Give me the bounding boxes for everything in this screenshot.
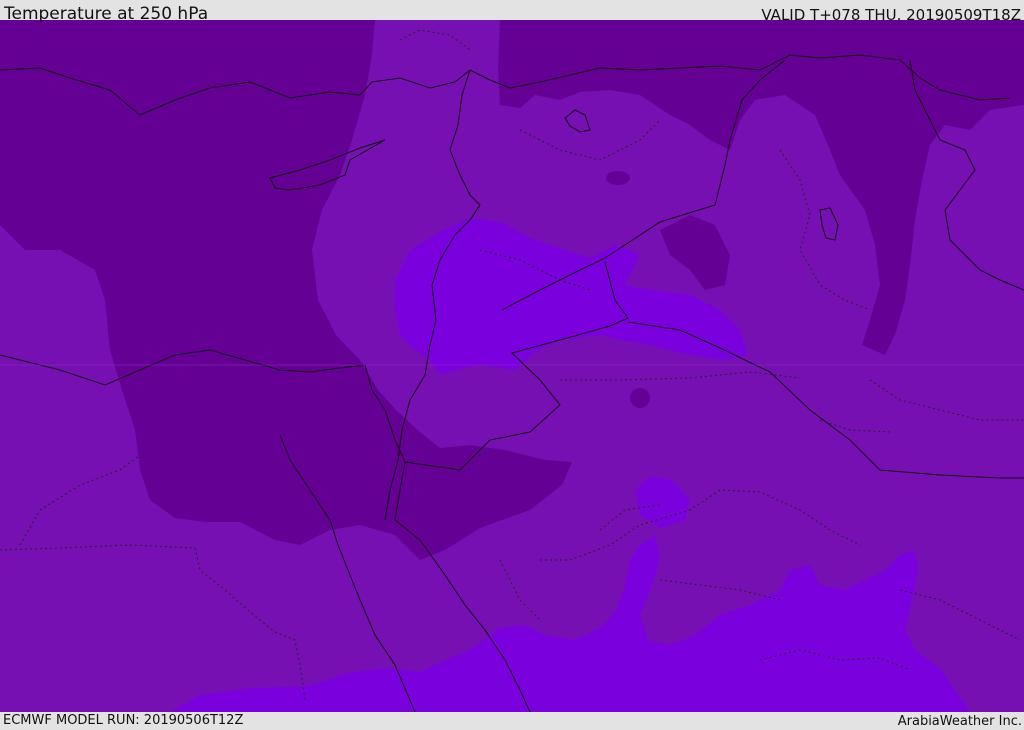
credit-text: ArabiaWeather Inc. [897,714,1022,729]
cold-blob-caspian [606,171,630,185]
valid-time: VALID T+078 THU. 20190509T18Z [761,6,1021,24]
cold-blob-small [630,388,650,408]
temperature-map[interactable] [0,20,1024,712]
footer-bar: ECMWF MODEL RUN: 20190506T12Z ArabiaWeat… [0,712,1024,729]
model-run: ECMWF MODEL RUN: 20190506T12Z [3,713,244,728]
map-title: Temperature at 250 hPa [4,4,209,24]
header-bar: Temperature at 250 hPa VALID T+078 THU. … [0,0,1024,24]
